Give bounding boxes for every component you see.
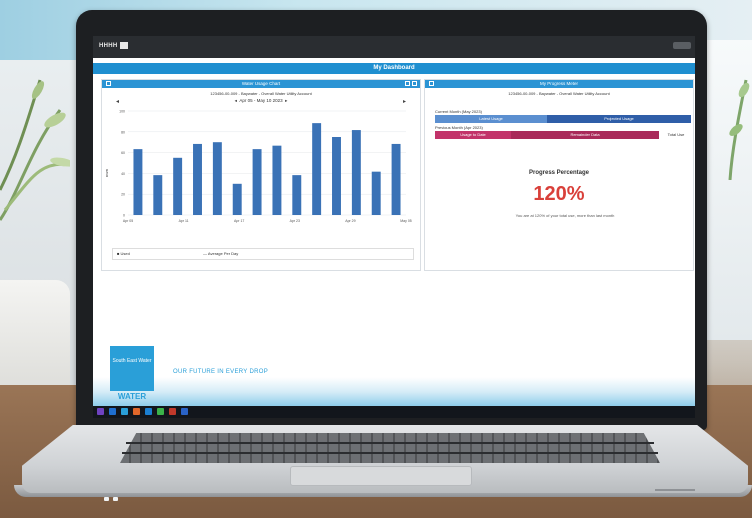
x-tick-label: Apr 17 [234, 219, 244, 223]
laptop-vent [655, 489, 695, 491]
laptop-keyboard [120, 433, 660, 463]
usage-bar[interactable] [272, 145, 282, 215]
y-tick-label: 0 [123, 214, 125, 218]
keyboard-row-gap [122, 452, 658, 454]
projected-usage-segment: Projected Usage [547, 115, 691, 123]
usage-bar-chart: 100 80 60 40 20 0 Apr 05 Apr 11 Apr 17 Apr 23 Apr… [106, 110, 412, 224]
usage-chart-panel: Water Usage Chart 123456-00-009 - Baywat… [101, 79, 421, 271]
y-tick-label: 60 [121, 151, 125, 155]
date-range: ◂ Apr 05 - May 10 2023 ▸ [234, 98, 288, 103]
legend-used[interactable]: ■ Used [117, 251, 130, 256]
store-icon[interactable] [133, 408, 140, 415]
panel-title: Water Usage Chart [241, 81, 281, 86]
plant-right [728, 79, 750, 180]
next-period-icon[interactable]: ▸ [403, 98, 406, 105]
panel-header: My Progress Meter [425, 80, 693, 88]
x-tick-label: May 05 [400, 219, 412, 223]
laptop-screen: HHHH My Dashboard Water Usage Chart 1234… [93, 36, 695, 418]
settings-icon[interactable] [405, 81, 410, 86]
y-axis-label: kWh [106, 169, 109, 177]
logo-square-icon [119, 42, 128, 49]
usage-bar[interactable] [351, 130, 361, 215]
usage-bar[interactable] [153, 175, 163, 215]
remainder-segment: Remainder Data [511, 131, 659, 139]
usage-bar[interactable] [212, 142, 222, 215]
usage-bar[interactable] [252, 149, 262, 215]
settings-icon[interactable] [157, 408, 164, 415]
keyboard-row-gap [126, 442, 654, 444]
usage-bar[interactable] [232, 183, 242, 215]
usage-bar[interactable] [173, 157, 183, 215]
chart-legend: ■ Used — Average Per Day [112, 248, 414, 260]
usage-bar[interactable] [332, 137, 341, 215]
usage-bar[interactable] [312, 123, 322, 215]
page-title-bar: My Dashboard [93, 63, 695, 74]
app-logo[interactable]: HHHH [99, 42, 128, 49]
progress-percentage: 120% [533, 183, 585, 205]
app-icon[interactable] [181, 408, 188, 415]
usage-bar[interactable] [391, 143, 401, 215]
background-cushion [0, 280, 70, 400]
folder-icon[interactable] [121, 408, 128, 415]
y-tick-label: 20 [121, 193, 125, 197]
usage-bar[interactable] [371, 171, 381, 215]
plant-left [0, 79, 70, 221]
legend-average[interactable]: — Average Per Day [203, 251, 238, 256]
app-topbar: HHHH [93, 36, 695, 58]
edge-icon[interactable] [109, 408, 116, 415]
x-tick-label: Apr 11 [179, 219, 189, 223]
latest-usage-segment: Latest Usage [435, 115, 547, 123]
progress-meter-panel: My Progress Meter 123456-00-009 - Baywat… [424, 79, 694, 271]
usage-to-date-segment: Usage to Date [435, 131, 511, 139]
previous-month-bar: Usage to Date Remainder Data Total Use [435, 131, 691, 139]
progress-title: Progress Percentage [528, 170, 590, 176]
panel-header: Water Usage Chart [102, 80, 420, 88]
company-logo[interactable]: South East Water [110, 346, 154, 391]
previous-month-label: Previous Month (Apr 2023) [435, 125, 483, 130]
brand-tagline: OUR FUTURE IN EVERY DROP [173, 369, 268, 375]
logo-text: South East Water [112, 358, 152, 364]
brand-name: WATER [117, 392, 147, 401]
x-tick-label: Apr 23 [290, 219, 300, 223]
progress-note: You are at 120% of your total use, more … [515, 213, 615, 218]
taskbar [93, 406, 695, 418]
y-tick-label: 80 [121, 130, 125, 134]
usage-bar[interactable] [292, 175, 302, 215]
start-icon[interactable] [97, 408, 104, 415]
current-month-bar: Latest Usage Projected Usage [435, 115, 691, 123]
x-tick-label: Apr 05 [123, 219, 133, 223]
close-icon[interactable] [412, 81, 417, 86]
browser-icon[interactable] [169, 408, 176, 415]
status-lights [104, 488, 126, 501]
usage-bar[interactable] [193, 143, 202, 215]
usage-bar[interactable] [133, 149, 143, 215]
y-tick-label: 100 [119, 110, 125, 114]
total-use-label: Total Use [667, 132, 685, 137]
y-tick-label: 40 [121, 172, 125, 176]
laptop-touchpad [290, 466, 472, 486]
x-tick-label: Apr 29 [345, 219, 355, 223]
panel-title: My Progress Meter [539, 81, 578, 86]
current-month-label: Current Month (May 2023) [435, 109, 482, 114]
user-menu-button[interactable] [673, 42, 691, 49]
page-title: My Dashboard [373, 65, 415, 71]
mail-icon[interactable] [145, 408, 152, 415]
